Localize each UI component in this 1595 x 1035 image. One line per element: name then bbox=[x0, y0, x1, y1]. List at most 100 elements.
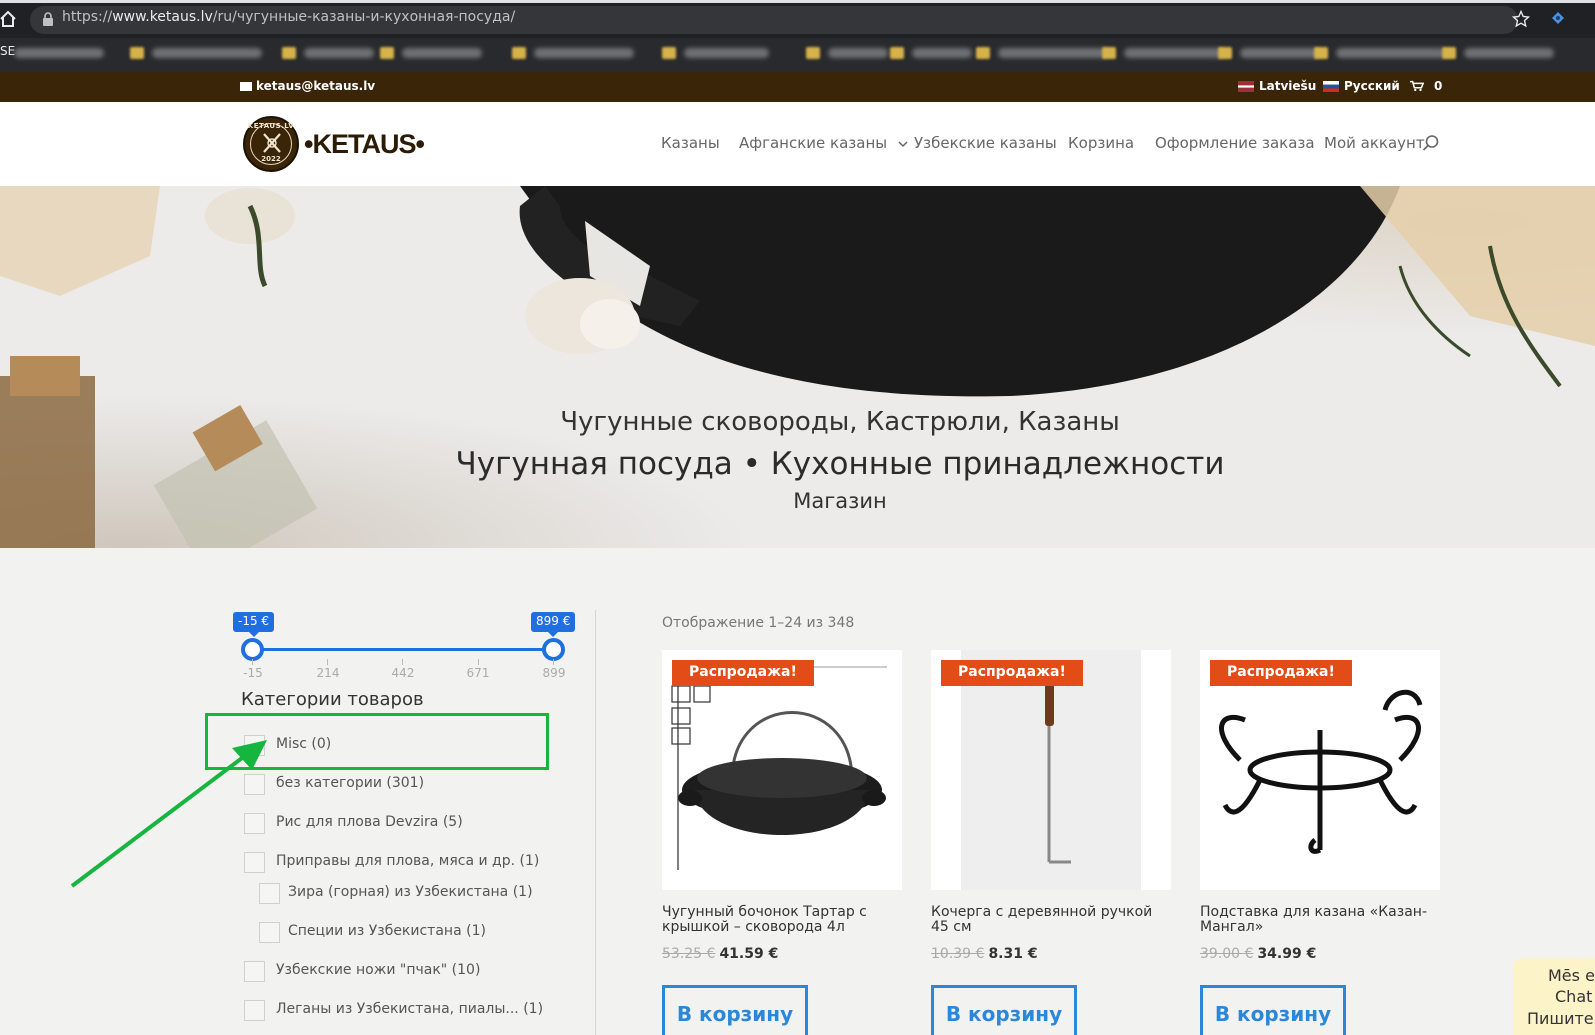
nav-kazany[interactable]: Казаны bbox=[661, 134, 720, 152]
bookmark-item[interactable] bbox=[1314, 46, 1446, 60]
add-to-cart-button[interactable]: В корзину bbox=[662, 985, 808, 1035]
url-text[interactable]: https://www.ketaus.lv/ru/чугунные-казаны… bbox=[62, 9, 515, 25]
browser-top-line bbox=[0, 0, 1595, 3]
price-tick-label: 671 bbox=[466, 666, 490, 680]
bookmark-item[interactable] bbox=[806, 46, 888, 60]
price-slider-track[interactable] bbox=[252, 648, 553, 651]
product-old-price: 53.25 € bbox=[662, 946, 716, 962]
chat-text-line3[interactable]: Пишите. bbox=[1527, 1009, 1595, 1028]
kazan-pot-image bbox=[671, 666, 887, 870]
logo-ring-text: KETAUS.LV bbox=[247, 122, 295, 130]
annotation-arrow bbox=[70, 740, 267, 888]
extension-icon[interactable] bbox=[1550, 10, 1566, 26]
nav-afghan-kazany[interactable]: Афганские казаны bbox=[739, 134, 908, 152]
lang-latvian-label[interactable]: Latviešu bbox=[1259, 79, 1316, 93]
category-label[interactable]: Приправы для плова, мяса и др. (1) bbox=[276, 853, 539, 869]
home-icon[interactable] bbox=[0, 10, 16, 28]
bookmark-item[interactable] bbox=[1102, 46, 1224, 60]
sale-badge: Распродажа! bbox=[941, 660, 1083, 686]
nav-afghan-label[interactable]: Афганские казаны bbox=[739, 134, 887, 152]
category-label[interactable]: Рис для плова Devzira (5) bbox=[276, 814, 463, 830]
price-tick bbox=[478, 659, 479, 665]
product-price: 39.00 €34.99 € bbox=[1200, 946, 1316, 962]
product-sale-price: 34.99 € bbox=[1257, 946, 1317, 962]
price-tick-label: 899 bbox=[542, 666, 566, 680]
lang-latvian[interactable]: Latviešu bbox=[1238, 79, 1316, 93]
cart-icon bbox=[1410, 80, 1424, 92]
bookmark-item[interactable] bbox=[890, 46, 972, 60]
add-to-cart-button[interactable]: В корзину bbox=[931, 985, 1077, 1035]
hero-title-line1: Чугунные сковороды, Кастрюли, Казаны bbox=[560, 407, 1120, 437]
bookmark-item[interactable] bbox=[1442, 46, 1554, 60]
category-checkbox[interactable] bbox=[244, 1000, 265, 1021]
hero-title-line3: Магазин bbox=[793, 489, 887, 513]
topbar-email[interactable]: ketaus@ketaus.lv bbox=[240, 79, 375, 93]
product-title[interactable]: Чугунный бочонок Тартар с крышкой – сков… bbox=[662, 905, 902, 935]
sidebar-divider bbox=[595, 610, 596, 1035]
add-to-cart-button[interactable]: В корзину bbox=[1200, 985, 1346, 1035]
product-price: 10.39 €8.31 € bbox=[931, 946, 1038, 962]
bookmark-item[interactable] bbox=[282, 46, 374, 60]
nav-uzbek-kazany[interactable]: Узбекские казаны bbox=[914, 134, 1057, 152]
price-min-tooltip: -15 € bbox=[233, 612, 275, 637]
sale-badge: Распродажа! bbox=[672, 660, 814, 686]
product-price: 53.25 €41.59 € bbox=[662, 946, 778, 962]
product-sale-price: 8.31 € bbox=[988, 946, 1038, 962]
price-tick-label: 442 bbox=[391, 666, 415, 680]
lock-icon[interactable] bbox=[42, 12, 54, 26]
subcategory-label[interactable]: Зира (горная) из Узбекистана (1) bbox=[288, 884, 533, 900]
bookmark-item[interactable] bbox=[1218, 46, 1320, 60]
subcategory-label[interactable]: Специи из Узбекистана (1) bbox=[288, 923, 486, 939]
nav-cart[interactable]: Корзина bbox=[1068, 134, 1134, 152]
price-slider-max-handle[interactable] bbox=[542, 638, 565, 661]
subcategory-checkbox[interactable] bbox=[259, 922, 280, 943]
price-tick bbox=[402, 659, 403, 665]
cart-link[interactable]: 0 bbox=[1410, 79, 1442, 93]
price-tick-label: -15 bbox=[243, 666, 263, 680]
product-image[interactable] bbox=[1200, 650, 1440, 890]
fork-knife-icon bbox=[263, 133, 281, 153]
product-image[interactable] bbox=[931, 650, 1171, 890]
bookmark-item[interactable] bbox=[662, 46, 769, 60]
bookmark-item[interactable] bbox=[380, 46, 482, 60]
product-old-price: 10.39 € bbox=[931, 946, 985, 962]
chat-text-line1[interactable]: Mēs e bbox=[1548, 966, 1595, 985]
product-title[interactable]: Кочерга с деревянной ручкой 45 см bbox=[931, 905, 1171, 935]
chat-text-line2[interactable]: Chat bbox=[1555, 987, 1592, 1006]
product-sale-price: 41.59 € bbox=[719, 946, 779, 962]
category-label[interactable]: Узбекские ножи "пчак" (10) bbox=[276, 962, 480, 978]
categories-heading: Категории товаров bbox=[241, 689, 424, 710]
bookmark-item[interactable] bbox=[976, 46, 1108, 60]
russia-flag-icon bbox=[1323, 80, 1339, 92]
category-checkbox[interactable] bbox=[244, 961, 265, 982]
bookmark-item[interactable] bbox=[512, 46, 634, 60]
bookmark-item[interactable] bbox=[14, 46, 104, 60]
bookmarks-label: SE bbox=[0, 44, 16, 58]
page: https://www.ketaus.lv/ru/чугунные-казаны… bbox=[0, 0, 1595, 1035]
price-tick bbox=[252, 659, 253, 665]
product-old-price: 39.00 € bbox=[1200, 946, 1254, 962]
nav-account[interactable]: Мой аккаунт bbox=[1324, 134, 1425, 152]
bookmark-star-icon[interactable] bbox=[1512, 10, 1530, 28]
cart-count[interactable]: 0 bbox=[1434, 79, 1442, 93]
search-icon[interactable] bbox=[1422, 134, 1440, 152]
category-label[interactable]: без категории (301) bbox=[276, 775, 424, 791]
price-tick-label: 214 bbox=[316, 666, 340, 680]
latvia-flag-icon bbox=[1238, 80, 1254, 92]
price-max-tooltip: 899 € bbox=[531, 612, 576, 637]
category-label[interactable]: Леганы из Узбекистана, пиалы... (1) bbox=[276, 1001, 543, 1017]
email-link[interactable]: ketaus@ketaus.lv bbox=[256, 79, 375, 93]
price-slider-min-handle[interactable] bbox=[241, 638, 264, 661]
logo-wordmark[interactable]: •KETAUS• bbox=[304, 129, 425, 160]
product-title[interactable]: Подставка для казана «Казан-Мангал» bbox=[1200, 905, 1440, 935]
price-tick bbox=[327, 659, 328, 665]
price-tick bbox=[553, 659, 554, 665]
hero-title-line2: Чугунная посуда • Кухонные принадлежност… bbox=[455, 446, 1225, 482]
envelope-icon bbox=[240, 81, 252, 91]
nav-checkout[interactable]: Оформление заказа bbox=[1155, 134, 1315, 152]
poker-image bbox=[961, 650, 1141, 890]
lang-russian-label[interactable]: Русский bbox=[1344, 79, 1400, 93]
lang-russian[interactable]: Русский bbox=[1323, 79, 1400, 93]
product-image[interactable] bbox=[662, 650, 902, 890]
bookmark-item[interactable] bbox=[130, 46, 262, 60]
